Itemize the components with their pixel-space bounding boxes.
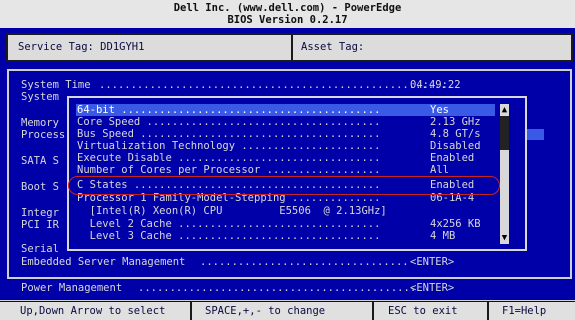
popup-value-virtualization[interactable]: Disabled [430, 140, 481, 152]
tag-divider [291, 35, 293, 60]
popup-value-64bit[interactable]: Yes [430, 104, 449, 116]
bios-version: BIOS Version 0.2.17 [227, 14, 348, 26]
menu-item-system[interactable]: System [21, 91, 59, 103]
popup-row-virtualization[interactable]: Virtualization Technology ..............… [77, 140, 380, 152]
key-help-bar: Up,Down Arrow to select SPACE,+,- to cha… [0, 302, 575, 320]
vendor-title: Dell Inc. (www.dell.com) - PowerEdge [173, 2, 402, 14]
popup-row-execute-disable[interactable]: Execute Disable ........................… [77, 152, 380, 164]
popup-row-level2-cache: Level 2 Cache ..........................… [77, 218, 381, 230]
menu-item-processor[interactable]: Process [21, 129, 65, 141]
menu-item-embedded-server[interactable]: Embedded Server Management [21, 256, 185, 268]
menu-item-memory[interactable]: Memory [21, 117, 59, 129]
footer-divider [372, 302, 374, 320]
power-dots: ........................................… [138, 282, 417, 294]
help-f1: F1=Help [502, 305, 547, 317]
bios-header: Dell Inc. (www.dell.com) - PowerEdge BIO… [0, 0, 575, 28]
popup-row-bus-speed[interactable]: Bus Speed ..............................… [77, 128, 380, 140]
popup-value-execute-disable[interactable]: Enabled [430, 152, 474, 164]
popup-value-level2-cache: 4x256 KB [430, 218, 481, 230]
footer-divider [190, 302, 192, 320]
help-change: SPACE,+,- to change [205, 305, 326, 317]
tag-bar: Service Tag: DD1GYH1 Asset Tag: [6, 33, 573, 62]
scrollbar-thumb[interactable] [500, 116, 509, 150]
power-enter[interactable]: <ENTER> [410, 282, 454, 294]
menu-item-system-time[interactable]: System Time [21, 79, 91, 91]
popup-row-cpu-name: [Intel(R) Xeon(R) CPU E5506 @ 2.13GHz] [77, 205, 387, 217]
service-tag: Service Tag: DD1GYH1 [18, 41, 145, 53]
system-time-value[interactable]: 04:49:22 [410, 79, 461, 91]
popup-row-64bit[interactable]: 64-bit .................................… [77, 104, 380, 116]
menu-item-integrated[interactable]: Integr [21, 207, 59, 219]
menu-item-sata[interactable]: SATA S [21, 155, 59, 167]
popup-value-cores-per-processor[interactable]: All [430, 164, 449, 176]
scroll-down-icon[interactable]: ▼ [500, 233, 509, 243]
help-navigate: Up,Down Arrow to select [20, 305, 166, 317]
popup-value-level3-cache: 4 MB [430, 230, 456, 242]
popup-value-bus-speed: 4.8 GT/s [430, 128, 481, 140]
embedded-enter[interactable]: <ENTER> [410, 256, 454, 268]
menu-item-boot[interactable]: Boot S [21, 181, 59, 193]
footer-divider [487, 302, 489, 320]
asset-tag: Asset Tag: [301, 41, 365, 53]
menu-item-pci-irq[interactable]: PCI IR [21, 219, 59, 231]
help-exit: ESC to exit [388, 305, 458, 317]
menu-item-power-management[interactable]: Power Management [21, 282, 122, 294]
footer-rule [0, 300, 575, 301]
popup-value-core-speed: 2.13 GHz [430, 116, 481, 128]
scroll-up-icon[interactable]: ▲ [500, 105, 509, 115]
embedded-dots: ................................. [200, 256, 409, 268]
popup-scrollbar[interactable]: ▲ ▼ [500, 104, 509, 244]
popup-row-level3-cache: Level 3 Cache ..........................… [77, 230, 381, 242]
menu-item-serial[interactable]: Serial [21, 243, 59, 255]
system-time-dots: ........................................… [99, 79, 454, 91]
annotation-ring [68, 176, 500, 195]
popup-row-core-speed[interactable]: Core Speed .............................… [77, 116, 380, 128]
popup-row-cores-per-processor[interactable]: Number of Cores per Processor ..........… [77, 164, 380, 176]
